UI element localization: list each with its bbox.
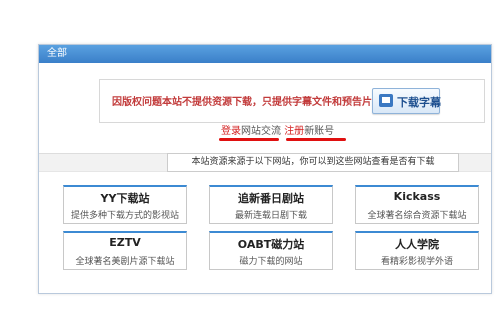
site-card-desc: 最新连载日剧下载 — [234, 211, 307, 221]
site-card-desc: 全球著名综合资源下载站 — [367, 211, 467, 221]
site-card-eztv[interactable]: EZTV 全球著名美剧片源下载站 — [63, 231, 187, 270]
site-card-title: 追新番日剧站 — [238, 192, 304, 205]
site-card-title: EZTV — [109, 236, 141, 249]
account-links: 登录网站交流 注册新账号 — [221, 122, 334, 137]
main-panel: 全部 因版权问题本站不提供资源下载，只提供字幕文件和预告片 下载字幕 登录网站交… — [38, 44, 492, 294]
tab-all[interactable]: 全部 — [43, 47, 71, 61]
sources-section-label: 本站资源来源于以下网站，你可以到这些网站查看是否有下载 — [167, 153, 459, 172]
site-card-renren[interactable]: 人人学院 看精彩影视学外语 — [355, 231, 479, 270]
download-subtitles-button[interactable]: 下载字幕 — [372, 88, 441, 114]
site-card-kickass[interactable]: Kickass 全球著名综合资源下载站 — [355, 185, 479, 224]
register-link-suffix: 新账号 — [304, 126, 335, 137]
tab-bar: 全部 — [39, 45, 491, 63]
register-link[interactable]: 注册 — [284, 126, 304, 137]
copyright-notice-text: 因版权问题本站不提供资源下载，只提供字幕文件和预告片 — [112, 97, 372, 108]
download-icon — [379, 94, 393, 107]
register-underline-mark — [286, 138, 346, 141]
site-card-desc: 全球著名美剧片源下载站 — [75, 257, 175, 267]
site-card-title: Kickass — [393, 190, 441, 203]
site-card-yy[interactable]: YY下载站 提供多种下载方式的影视站 — [63, 185, 187, 224]
sources-section-bar: 本站资源来源于以下网站，你可以到这些网站查看是否有下载 — [39, 153, 491, 172]
site-card-title: OABT磁力站 — [237, 238, 305, 251]
site-card-title: YY下载站 — [100, 192, 150, 205]
site-card-title: 人人学院 — [395, 238, 439, 251]
login-link[interactable]: 登录 — [221, 126, 241, 137]
site-card-desc: 提供多种下载方式的影视站 — [70, 211, 179, 221]
download-subtitles-label: 下载字幕 — [397, 96, 441, 109]
login-link-suffix: 网站交流 — [241, 126, 285, 137]
site-card-desc: 看精彩影视学外语 — [380, 257, 453, 267]
copyright-notice-box: 因版权问题本站不提供资源下载，只提供字幕文件和预告片 下载字幕 — [99, 79, 485, 123]
site-card-zhuixinfan[interactable]: 追新番日剧站 最新连载日剧下载 — [209, 185, 333, 224]
site-card-desc: 磁力下载的网站 — [239, 257, 303, 267]
site-card-oabt[interactable]: OABT磁力站 磁力下载的网站 — [209, 231, 333, 270]
login-underline-mark — [219, 138, 279, 141]
